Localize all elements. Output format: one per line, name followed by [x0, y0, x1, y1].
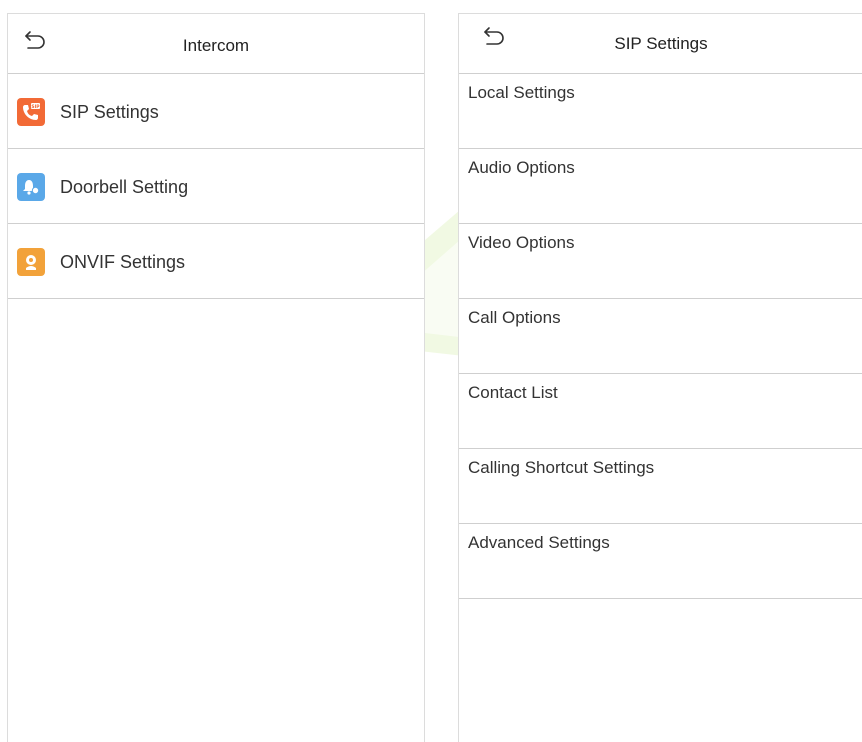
menu-item-doorbell-setting[interactable]: Doorbell Setting — [8, 149, 424, 224]
onvif-camera-icon — [17, 248, 45, 276]
menu-item-label: SIP Settings — [60, 102, 159, 122]
setting-item-label: Local Settings — [468, 83, 575, 102]
menu-item-label: Doorbell Setting — [60, 177, 189, 197]
setting-item-contact-list[interactable]: Contact List — [459, 374, 862, 449]
setting-item-video-options[interactable]: Video Options — [459, 224, 862, 299]
setting-item-label: Advanced Settings — [468, 533, 610, 552]
setting-item-call-options[interactable]: Call Options — [459, 299, 862, 374]
page-title: Intercom — [182, 36, 250, 55]
sip-phone-icon: SIP — [17, 98, 45, 126]
page-title: SIP Settings — [614, 34, 708, 53]
setting-item-advanced-settings[interactable]: Advanced Settings — [459, 524, 862, 599]
setting-item-local-settings[interactable]: Local Settings — [459, 74, 862, 149]
setting-item-label: Call Options — [468, 308, 561, 327]
sip-settings-header: SIP Settings — [459, 14, 862, 74]
setting-item-label: Video Options — [468, 233, 575, 252]
menu-item-sip-settings[interactable]: SIP SIP Settings — [8, 74, 424, 149]
setting-item-audio-options[interactable]: Audio Options — [459, 149, 862, 224]
setting-item-label: Calling Shortcut Settings — [468, 458, 655, 477]
setting-item-label: Contact List — [468, 383, 558, 402]
sip-settings-screen: SIP Settings Local Settings Audio Option… — [458, 13, 862, 742]
svg-text:SIP: SIP — [31, 104, 40, 110]
doorbell-icon — [17, 173, 45, 201]
intercom-screen: Intercom SIP SIP Settings Doorbell Setti… — [7, 13, 425, 742]
menu-item-label: ONVIF Settings — [60, 252, 186, 272]
menu-item-onvif-settings[interactable]: ONVIF Settings — [8, 224, 424, 299]
setting-item-label: Audio Options — [468, 158, 575, 177]
setting-item-calling-shortcut-settings[interactable]: Calling Shortcut Settings — [459, 449, 862, 524]
intercom-header: Intercom — [8, 14, 424, 74]
